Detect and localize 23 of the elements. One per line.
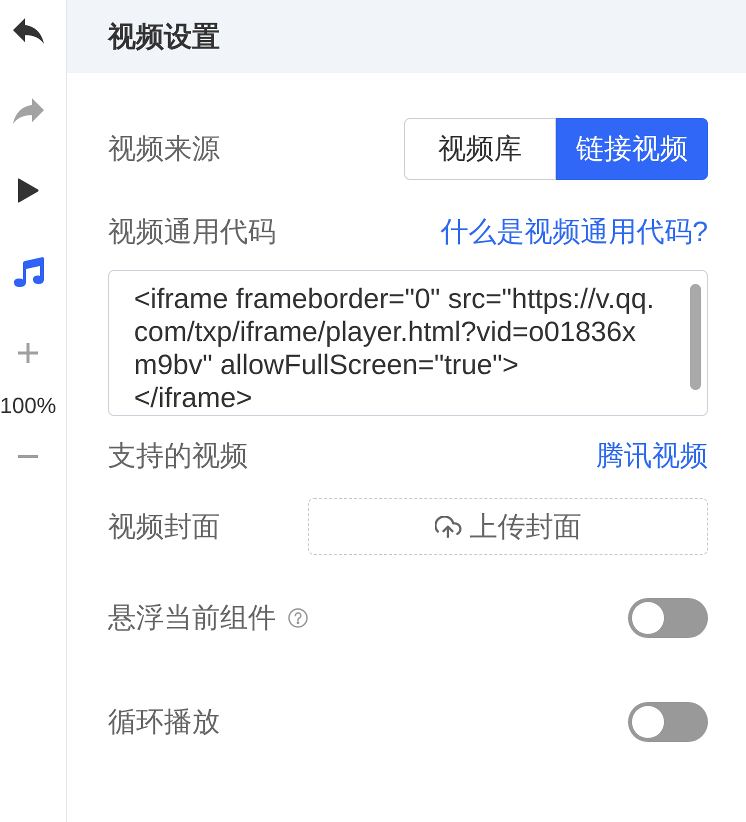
toggle-switch[interactable]	[628, 598, 708, 638]
embed-code-field[interactable]: <iframe frameborder="0" src="https://v.qq.com/txp/iframe/player.html?vid=o01836xm9bv" allowFullScreen="true"> </iframe>	[108, 270, 708, 416]
toggle-switch[interactable]	[628, 702, 708, 742]
zoom-level-text: 100%	[0, 393, 56, 419]
toggle-label: 循环播放	[108, 705, 220, 739]
help-link[interactable]: 什么是视频通用代码?	[440, 212, 708, 252]
video-cover-label: 视频封面	[108, 510, 220, 544]
source-option-tab[interactable]: 链接视频	[556, 118, 708, 180]
panel-title: 视频设置	[108, 20, 220, 54]
video-source-label: 视频来源	[108, 132, 220, 166]
scrollbar-thumb[interactable]	[690, 284, 701, 390]
undo-icon[interactable]	[12, 18, 44, 44]
help-icon[interactable]	[288, 608, 308, 628]
embed-code-label: 视频通用代码	[108, 215, 276, 249]
toggle-label: 悬浮当前组件	[108, 601, 276, 635]
supported-video-link[interactable]: 腾讯视频	[596, 436, 708, 476]
source-option-tab[interactable]: 视频库	[404, 118, 556, 180]
supported-video-label: 支持的视频	[108, 439, 248, 473]
music-note-icon[interactable]	[12, 257, 44, 287]
play-icon[interactable]	[18, 178, 38, 203]
plus-icon[interactable]	[18, 343, 38, 363]
cloud-upload-icon	[434, 516, 462, 538]
upload-cover-button[interactable]: 上传封面	[308, 498, 708, 555]
